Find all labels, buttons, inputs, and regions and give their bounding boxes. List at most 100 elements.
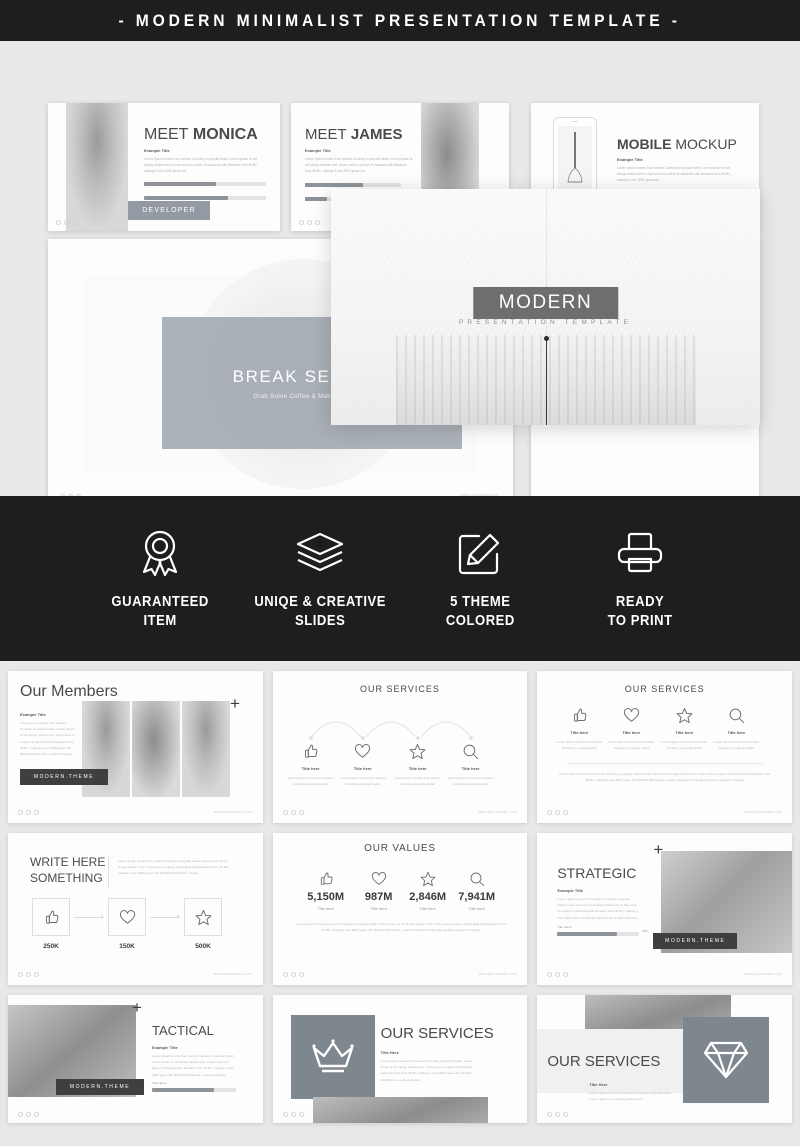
services-arc-item-0-body: Lorem Ipsum comes from section Contrary … bbox=[287, 776, 334, 787]
strategic-subtitle: Example Title bbox=[557, 888, 584, 893]
write-vertical-divider bbox=[108, 855, 109, 889]
thumbs-up-icon bbox=[302, 743, 319, 760]
james-body: Lorem Ipsum comes from section Contrary … bbox=[305, 157, 413, 174]
search-icon bbox=[462, 743, 479, 760]
heart-icon bbox=[354, 743, 371, 760]
card-strategic[interactable]: + STRATEGIC Example Title Lorem Ipsum co… bbox=[537, 833, 792, 985]
features-band: GUARANTEED ITEM UNIQE & CREATIVE SLIDES 5 … bbox=[0, 496, 800, 661]
star-icon bbox=[195, 909, 212, 926]
services-arc-item-0-title: Title here bbox=[301, 766, 320, 771]
services-diamond-subtitle: Title Here bbox=[589, 1082, 608, 1087]
write-value-0: 250K bbox=[43, 943, 59, 950]
members-theme-badge: MODERN.THEME bbox=[20, 769, 108, 785]
write-value-2: 500K bbox=[195, 943, 211, 950]
search-icon bbox=[469, 871, 485, 887]
mobile-title: MOBILE MOCKUP bbox=[617, 136, 737, 152]
monica-bar1-fill bbox=[144, 182, 216, 186]
break-slide-dots bbox=[60, 494, 81, 496]
tactical-slide-dots bbox=[18, 1112, 39, 1117]
tactical-bar-fill bbox=[152, 1088, 214, 1092]
services-plain-item-0-title: Title here bbox=[570, 730, 589, 735]
arc-connectors bbox=[308, 721, 473, 740]
card-our-values[interactable]: OUR VALUES 5,150M 987M 2,846M 7,941M Tit… bbox=[272, 833, 528, 985]
break-domain-text: www.yourdomain.com bbox=[460, 493, 499, 496]
mobile-subtitle: Example Title bbox=[617, 157, 643, 162]
card-services-arc[interactable]: OUR SERVICES Title here Lorem Ipsum come… bbox=[272, 671, 528, 823]
tactical-subtitle: Example Title bbox=[152, 1045, 178, 1050]
monica-title: MEET MONICA bbox=[144, 126, 258, 143]
heart-icon bbox=[371, 871, 387, 887]
write-title-line1: WRITE HERE bbox=[30, 855, 106, 869]
james-bar2-fill bbox=[305, 197, 327, 201]
services-plain-item-0-body: Lorem Ipsum comes from section Contrary … bbox=[556, 740, 603, 751]
feature-guaranteed-item: GUARANTEED ITEM bbox=[80, 527, 240, 629]
values-domain: www.yourdomain.com bbox=[478, 972, 518, 976]
services-plain-footer: Lorem Ipsum comes from section Contrary … bbox=[559, 772, 771, 783]
mobile-body: Lorem Ipsum comes from section Contrary … bbox=[617, 166, 732, 183]
services-arc-item-2-title: Title here bbox=[408, 766, 427, 771]
card-services-plain[interactable]: OUR SERVICES Title here Lorem Ipsum come… bbox=[537, 671, 792, 823]
card-services-diamond[interactable]: OUR SERVICES Title Here Lorem Ipsum come… bbox=[537, 995, 792, 1123]
services-crown-body: Lorem Ipsum comes from section Contrary … bbox=[380, 1059, 473, 1082]
strategic-bar-fill bbox=[557, 932, 618, 936]
crown-icon-panel bbox=[290, 1015, 375, 1099]
tactical-body: Lorem Ipsum comes from section Contrary … bbox=[152, 1054, 235, 1077]
member-photo-2 bbox=[132, 701, 180, 797]
values-label-3: Title here bbox=[468, 906, 485, 911]
strategic-slide-dots bbox=[547, 972, 569, 977]
monica-slide-dots bbox=[56, 220, 77, 225]
services-crown-bottom-photo bbox=[312, 1097, 488, 1123]
write-title-line2: SOMETHING bbox=[30, 871, 103, 885]
monica-bar2-fill bbox=[144, 196, 228, 200]
feature-unique-slides: UNIQE & CREATIVE SLIDES bbox=[240, 527, 400, 629]
feature-guaranteed-label: GUARANTEED ITEM bbox=[111, 594, 209, 629]
slide-modern-cover[interactable]: MODERN PRESENTATION TEMPLATE bbox=[331, 189, 760, 425]
feature-unique-label: UNIQE & CREATIVE SLIDES bbox=[254, 594, 386, 629]
services-arc-domain: www.yourdomain.com bbox=[478, 810, 518, 814]
values-slide-dots bbox=[282, 972, 304, 977]
slide-meet-monica[interactable]: MEET MONICA Example Title Lorem Ipsum co… bbox=[48, 103, 280, 231]
card-services-crown[interactable]: OUR SERVICES Title Here Lorem Ipsum come… bbox=[272, 995, 528, 1123]
strategic-body: Lorem Ipsum comes from section Contrary … bbox=[557, 897, 639, 920]
strategic-domain: www.yourdomain.com bbox=[743, 972, 782, 976]
services-arc-item-1-title: Title here bbox=[353, 766, 372, 771]
values-label-0: Title here bbox=[317, 906, 334, 911]
pencil-edit-icon bbox=[457, 527, 503, 579]
card-write-here[interactable]: WRITE HERE SOMETHING Lorem Ipsum comes f… bbox=[8, 833, 263, 985]
card-tactical[interactable]: + TACTICAL Example Title Lorem Ipsum com… bbox=[8, 995, 263, 1123]
services-plain-item-1-title: Title here bbox=[622, 730, 641, 735]
write-domain: www.yourdomain.com bbox=[214, 972, 253, 976]
write-slide-dots bbox=[18, 972, 39, 977]
members-subtitle: Example Title bbox=[20, 712, 46, 717]
plus-icon: + bbox=[132, 998, 142, 1017]
services-diamond-dots bbox=[547, 1112, 569, 1117]
write-icon-box-2 bbox=[184, 898, 222, 936]
thumbs-up-icon bbox=[571, 707, 588, 724]
james-subtitle: Example Title bbox=[305, 148, 331, 153]
card-our-members[interactable]: Our Members Example Title Lorem Ipsum co… bbox=[8, 671, 263, 823]
heart-icon bbox=[623, 707, 640, 724]
cover-subtitle: PRESENTATION TEMPLATE bbox=[458, 319, 633, 326]
lamp-illustration bbox=[566, 132, 584, 190]
services-arc-title: OUR SERVICES bbox=[360, 684, 440, 694]
strategic-bar-value: 80% bbox=[642, 929, 649, 933]
tactical-bar-label: Title Name bbox=[152, 1081, 167, 1085]
values-title: OUR VALUES bbox=[364, 843, 436, 854]
services-arc-item-1-body: Lorem Ipsum comes from section Contrary … bbox=[339, 776, 386, 787]
write-arrow-0 bbox=[74, 915, 104, 919]
phone-speaker-icon bbox=[572, 121, 578, 122]
slides-grid: Our Members Example Title Lorem Ipsum co… bbox=[0, 661, 800, 1123]
services-plain-domain: www.yourdomain.com bbox=[743, 810, 782, 814]
write-icon-box-1 bbox=[108, 898, 146, 936]
hero-preview-section: MEET MONICA Example Title Lorem Ipsum co… bbox=[0, 41, 800, 496]
services-crown-title: OUR SERVICES bbox=[380, 1025, 494, 1042]
feature-ready-to-print: READY TO PRINT bbox=[560, 527, 720, 629]
james-bar1-fill bbox=[305, 183, 363, 187]
services-diamond-title: OUR SERVICES bbox=[547, 1053, 661, 1070]
write-arrow-1 bbox=[150, 915, 180, 919]
star-icon bbox=[420, 871, 436, 887]
layers-icon bbox=[295, 527, 345, 579]
monica-role-badge: DEVELOPER bbox=[128, 201, 210, 220]
write-value-1: 150K bbox=[119, 943, 135, 950]
members-slide-dots bbox=[18, 810, 39, 815]
